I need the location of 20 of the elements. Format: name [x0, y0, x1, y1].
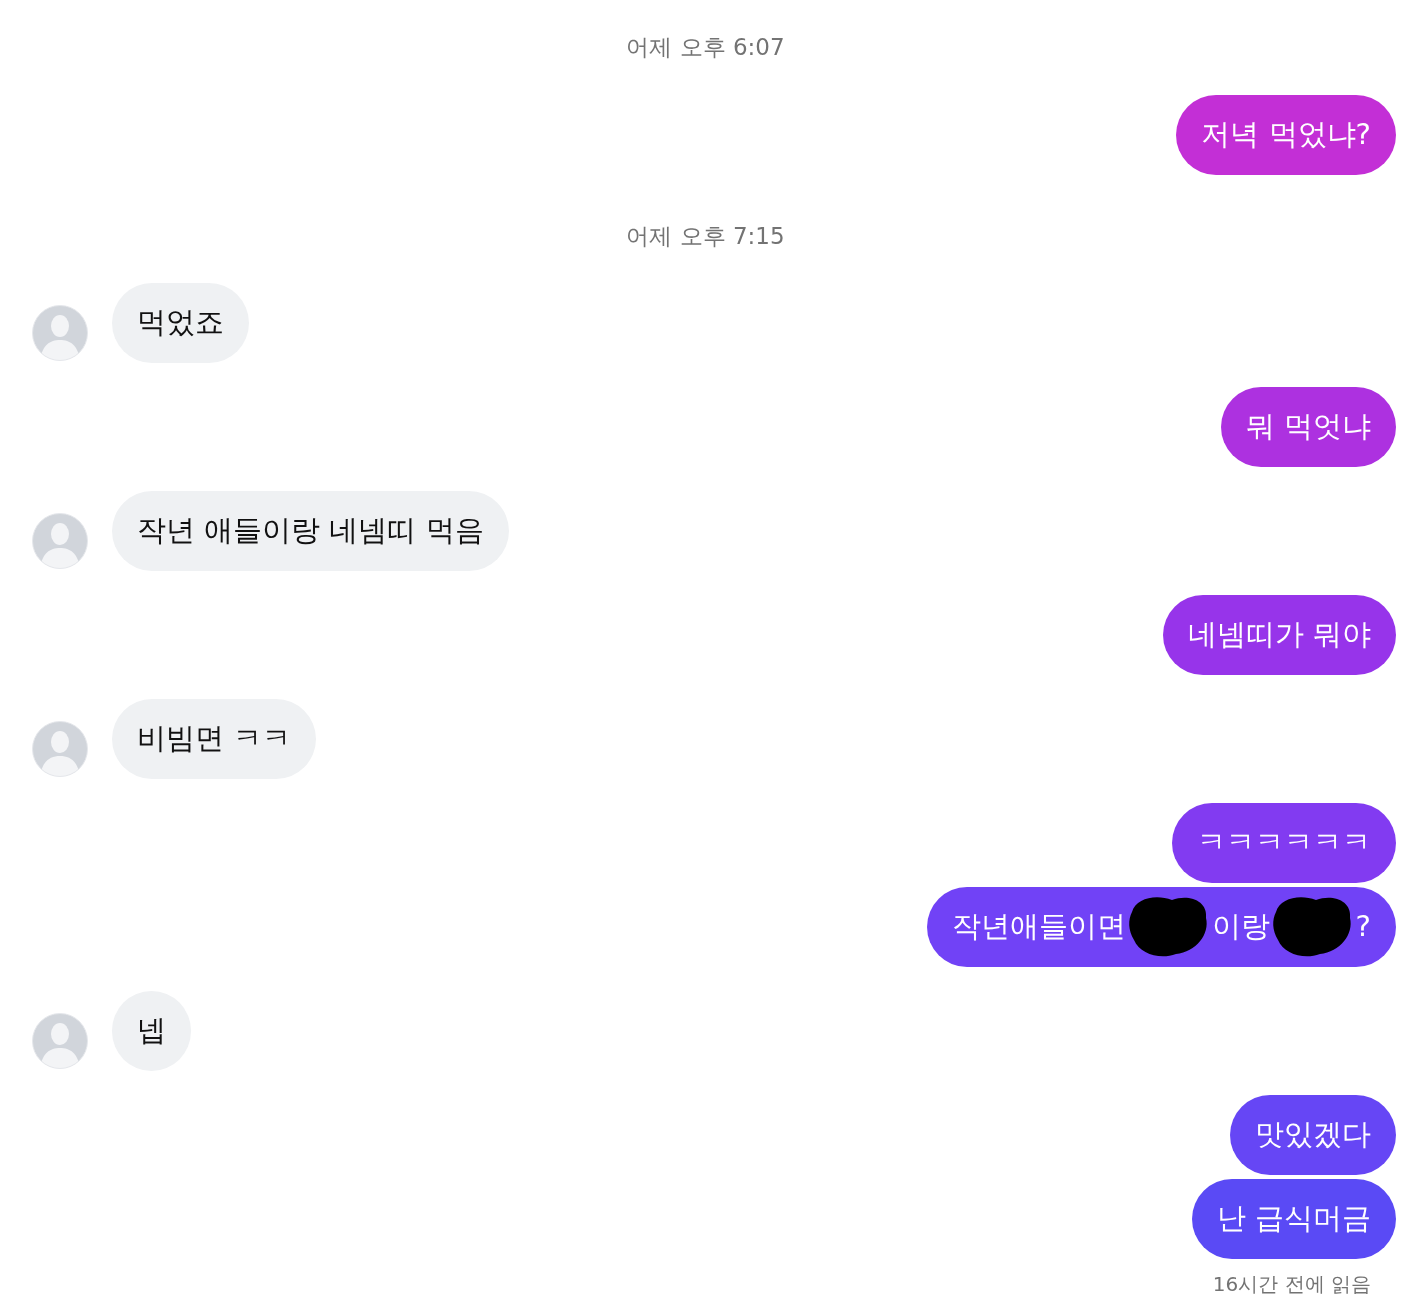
timestamp: 어제 오후 7:15	[626, 221, 785, 251]
read-receipt: 16시간 전에 읽음	[1212, 1271, 1371, 1298]
message-text: 저녁 먹었냐?	[1201, 115, 1371, 153]
avatar-icon	[32, 721, 88, 777]
avatar-icon	[32, 305, 88, 361]
avatar-icon	[32, 513, 88, 569]
message-text: 먹었죠	[137, 304, 224, 342]
message-text: ?	[1355, 908, 1371, 946]
message-text: 작년애들이면	[951, 908, 1126, 946]
message-text: 네넴띠가 뭐야	[1187, 616, 1371, 654]
message-text: 작년 애들이랑 네넴띠 먹음	[137, 512, 484, 550]
message-text: 비빔면 ㅋㅋ	[137, 720, 292, 758]
message-text: ㅋㅋㅋㅋㅋㅋ	[1197, 824, 1371, 862]
message-text: 뭐 먹엇냐	[1245, 408, 1371, 446]
message-text: 넵	[137, 1012, 166, 1050]
message-text: 맛있겠다	[1255, 1116, 1371, 1154]
timestamp: 어제 오후 6:07	[626, 33, 785, 62]
message-text: 난 급식머금	[1216, 1200, 1371, 1238]
message-text: 이랑	[1211, 908, 1270, 946]
avatar-icon	[32, 1013, 88, 1069]
